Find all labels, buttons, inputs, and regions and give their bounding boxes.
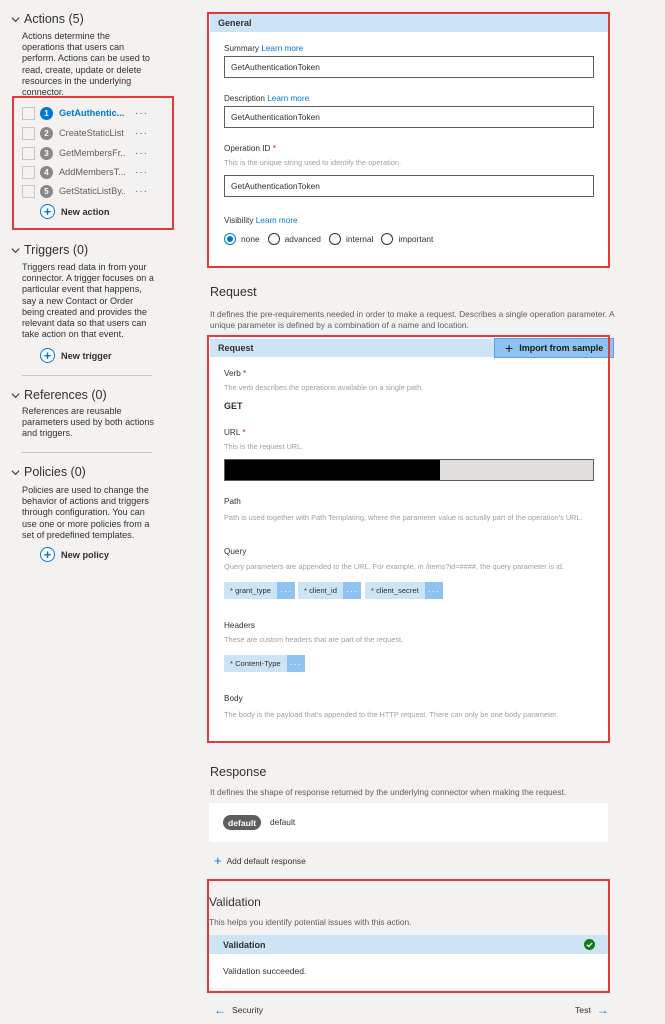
sidebar-divider [22,452,152,453]
action-number: 1 [40,106,53,120]
policies-section-toggle[interactable]: Policies (0) [10,465,86,479]
sidebar-divider [22,375,152,376]
validation-highlight [207,879,610,993]
action-name: AddMembersT... [59,167,125,177]
add-circle-icon: + [40,348,55,363]
references-section-toggle[interactable]: References (0) [10,388,107,402]
action-item-2[interactable]: 2 CreateStaticList ··· [22,124,157,142]
response-name[interactable]: default [270,817,295,827]
actions-title: Actions (5) [24,12,84,26]
actions-section-toggle[interactable]: Actions (5) [10,12,84,26]
chevron-down-icon [11,392,20,398]
actions-description: Actions determine the operations that us… [22,31,150,98]
request-section-description: It defines the pre-requirements needed i… [210,309,615,330]
new-policy-label: New policy [61,549,109,560]
more-icon[interactable]: ··· [135,167,148,178]
arrow-left-icon: ← [214,1003,226,1017]
new-action-button[interactable]: + New action [40,204,110,219]
more-icon[interactable]: ··· [135,128,148,139]
action-number: 5 [40,184,53,198]
next-label: Test [575,1005,591,1015]
triggers-title: Triggers (0) [24,243,89,257]
action-name: CreateStaticList [59,128,124,138]
action-number: 4 [40,165,53,179]
references-title: References (0) [24,388,107,402]
chevron-down-icon [11,16,20,22]
action-item-1[interactable]: 1 GetAuthentic... ··· [22,104,157,122]
add-default-response-button[interactable]: + Add default response [214,853,306,868]
new-action-label: New action [61,206,110,217]
triggers-description: Triggers read data in from your connecto… [22,262,154,340]
chevron-down-icon [11,469,20,475]
action-checkbox[interactable] [22,106,35,120]
add-icon: + [214,853,222,868]
response-default-pill[interactable]: default [223,815,262,830]
add-default-response-label: Add default response [226,855,306,866]
action-checkbox[interactable] [22,146,35,160]
back-label: Security [232,1005,264,1015]
new-trigger-label: New trigger [61,350,112,361]
arrow-right-icon: → [596,1003,609,1017]
chevron-down-icon [11,247,20,253]
action-number: 3 [40,146,53,160]
action-checkbox[interactable] [22,184,35,198]
response-section-description: It defines the shape of response returne… [210,787,567,797]
response-panel [209,803,608,842]
back-security-link[interactable]: ← Security [214,1003,263,1017]
action-name: GetMembersFr... [59,148,125,158]
action-number: 2 [40,126,53,140]
request-section-title: Request [210,285,257,299]
general-highlight [207,12,610,268]
add-circle-icon: + [40,204,55,219]
more-icon[interactable]: ··· [135,186,148,197]
more-icon[interactable]: ··· [135,108,148,119]
action-item-4[interactable]: 4 AddMembersT... ··· [22,163,157,181]
more-icon[interactable]: ··· [135,148,148,159]
triggers-section-toggle[interactable]: Triggers (0) [10,243,88,257]
action-checkbox[interactable] [22,126,35,140]
new-policy-button[interactable]: + New policy [40,547,109,562]
policies-title: Policies (0) [24,465,86,479]
next-test-link[interactable]: Test → [575,1003,609,1017]
response-section-title: Response [210,765,267,779]
references-description: References are reusable parameters used … [22,406,154,439]
request-highlight [207,335,610,743]
policies-description: Policies are used to change the behavior… [22,485,150,540]
action-checkbox[interactable] [22,165,35,179]
new-trigger-button[interactable]: + New trigger [40,348,112,363]
action-name: GetStaticListBy... [59,186,125,196]
action-item-3[interactable]: 3 GetMembersFr... ··· [22,144,157,162]
action-item-5[interactable]: 5 GetStaticListBy... ··· [22,182,157,200]
add-circle-icon: + [40,547,55,562]
action-name: GetAuthentic... [59,108,125,118]
